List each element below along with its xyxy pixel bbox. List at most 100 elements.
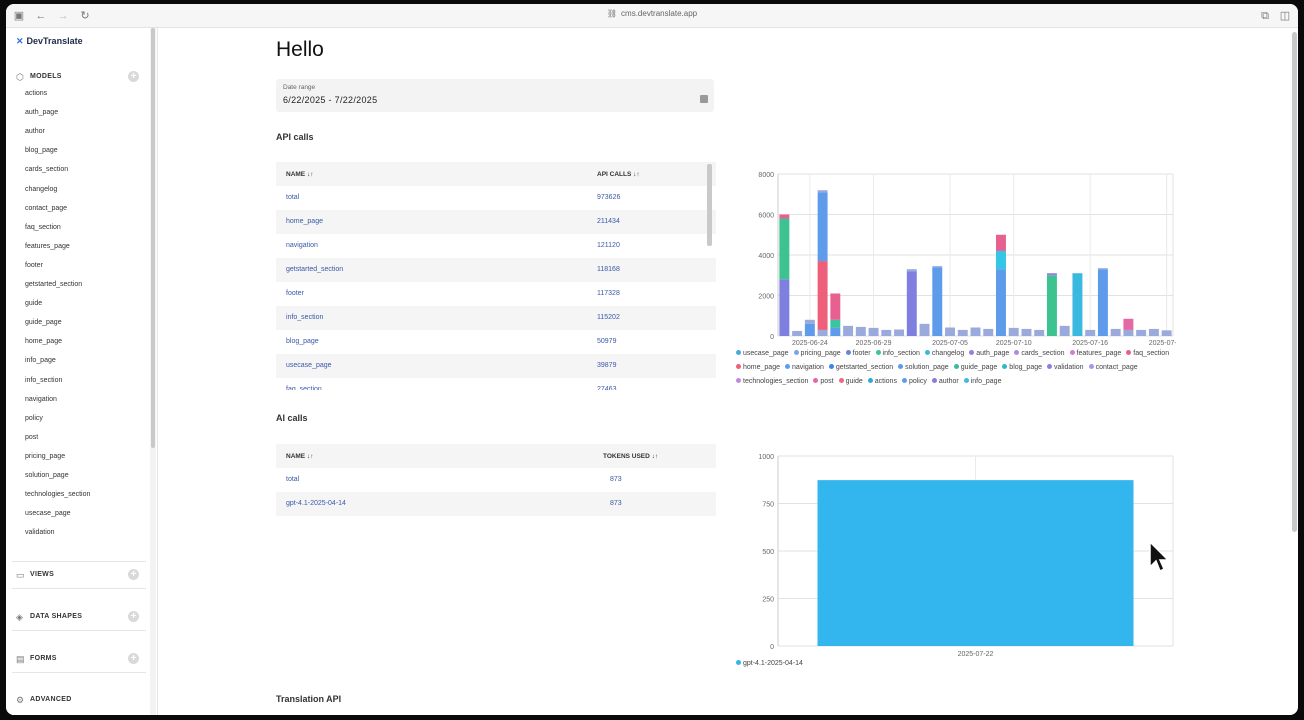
cell-name[interactable]: home_page [286,218,323,225]
column-header-name[interactable]: NAME ↓↑ [286,171,313,178]
section-views[interactable]: ▭ VIEWS + [6,566,146,586]
legend-item[interactable]: info_page [963,375,1001,389]
legend-item[interactable]: blog_page [1002,361,1042,375]
legend-item[interactable]: pricing_page [793,347,841,361]
section-data-shapes[interactable]: ◈ DATA SHAPES + [6,608,146,628]
legend-item[interactable]: policy [901,375,927,389]
cell-value: 973626 [597,194,621,201]
sidebar-item-post[interactable]: post [25,434,38,441]
date-range-picker[interactable]: Date range 6/22/2025 - 7/22/2025 [276,79,714,112]
sidebar-item-home-page[interactable]: home_page [25,338,62,345]
table-row[interactable]: gpt-4.1-2025-04-14 873 [276,492,716,516]
column-header-tokens-used[interactable]: TOKENS USED ↓↑ [603,453,658,460]
legend-item[interactable]: auth_page [969,347,1009,361]
page-scroll-thumb[interactable] [1292,32,1297,532]
sidebar-item-contact-page[interactable]: contact_page [25,205,67,212]
table-row[interactable]: info_section 115202 [276,306,716,330]
sidebar-scroll-thumb[interactable] [151,28,155,448]
date-range-value[interactable]: 6/22/2025 - 7/22/2025 [283,95,377,105]
cell-name[interactable]: navigation [286,242,318,249]
cell-name[interactable]: blog_page [286,338,319,345]
split-view-icon[interactable]: ◫ [1278,9,1292,23]
sidebar-item-auth-page[interactable]: auth_page [25,109,58,116]
sidebar-item-blog-page[interactable]: blog_page [25,147,58,154]
cell-name[interactable]: getstarted_section [286,266,343,273]
sidebar-item-navigation[interactable]: navigation [25,396,57,403]
cell-name[interactable]: info_section [286,314,323,321]
share-icon[interactable]: ⧉ [1258,9,1272,23]
sidebar-item-info-section[interactable]: info_section [25,377,62,384]
legend-item[interactable]: usecase_page [736,347,789,361]
cell-name[interactable]: footer [286,290,304,297]
table-row[interactable]: total 873 [276,468,716,492]
legend-item[interactable]: solution_page [898,361,949,375]
table-row[interactable]: home_page 211434 [276,210,716,234]
cell-name[interactable]: total [286,476,299,483]
legend-item[interactable]: features_page [1069,347,1121,361]
sidebar-item-changelog[interactable]: changelog [25,186,57,193]
column-header-api-calls[interactable]: API CALLS ↓↑ [597,171,640,178]
legend-item[interactable]: gpt-4.1-2025-04-14 [736,657,803,671]
cell-name[interactable]: usecase_page [286,362,332,369]
add-data-shape-button[interactable]: + [128,611,139,622]
bar-segment [1123,318,1134,330]
bar-segment [1046,273,1057,276]
legend-item[interactable]: author [931,375,959,389]
sidebar-item-guide[interactable]: guide [25,300,42,307]
table-row[interactable]: navigation 121120 [276,234,716,258]
sidebar-item-info-page[interactable]: info_page [25,357,56,364]
sidebar-item-faq-section[interactable]: faq_section [25,224,61,231]
add-view-button[interactable]: + [128,569,139,580]
legend-item[interactable]: post [813,375,834,389]
legend-item[interactable]: contact_page [1088,361,1138,375]
sidebar-item-usecase-page[interactable]: usecase_page [25,510,71,517]
table-row[interactable]: total 973626 [276,186,716,210]
sidebar-item-pricing-page[interactable]: pricing_page [25,453,65,460]
cell-name[interactable]: gpt-4.1-2025-04-14 [286,500,346,507]
table-scroll-thumb[interactable] [707,164,712,246]
sidebar-item-actions[interactable]: actions [25,90,47,97]
legend-item[interactable]: faq_section [1126,347,1169,361]
sidebar-item-cards-section[interactable]: cards_section [25,166,68,173]
column-header-name[interactable]: NAME ↓↑ [286,453,313,460]
legend-item[interactable]: validation [1047,361,1084,375]
section-forms[interactable]: ▤ FORMS + [6,650,146,670]
calendar-icon[interactable] [700,95,708,103]
legend-item[interactable]: changelog [924,347,964,361]
sidebar-item-guide-page[interactable]: guide_page [25,319,62,326]
cell-name[interactable]: total [286,194,299,201]
section-models[interactable]: ⬡ MODELS + [6,68,146,88]
sidebar-item-footer[interactable]: footer [25,262,43,269]
cell-name[interactable]: faq_section [286,386,322,390]
add-model-button[interactable]: + [128,71,139,82]
legend-item[interactable]: guide_page [953,361,997,375]
address-bar[interactable]: ⛓ cms.devtranslate.app [6,9,1298,18]
legend-item[interactable]: guide [838,375,863,389]
sidebar-item-features-page[interactable]: features_page [25,243,70,250]
sidebar-item-policy[interactable]: policy [25,415,43,422]
legend-item[interactable]: actions [867,375,897,389]
table-row[interactable]: footer 117328 [276,282,716,306]
sidebar-item-technologies-section[interactable]: technologies_section [25,491,90,498]
brand-logo[interactable]: ✕ DevTranslate [16,36,83,47]
table-row[interactable]: getstarted_section 118168 [276,258,716,282]
table-row[interactable]: faq_section 27463 [276,378,716,390]
sidebar-item-author[interactable]: author [25,128,45,135]
legend-item[interactable]: cards_section [1014,347,1065,361]
bar-segment [996,269,1006,336]
table-row[interactable]: usecase_page 39879 [276,354,716,378]
sidebar-item-solution-page[interactable]: solution_page [25,472,69,479]
table-row[interactable]: blog_page 50979 [276,330,716,354]
sidebar-item-getstarted-section[interactable]: getstarted_section [25,281,82,288]
legend-item[interactable]: navigation [784,361,824,375]
browser-toolbar: ▣ ← → ↻ ⛓ cms.devtranslate.app ⧉ ◫ [6,4,1298,28]
section-advanced[interactable]: ⚙ ADVANCED [6,691,146,711]
legend-item[interactable]: home_page [736,361,780,375]
legend-item[interactable]: footer [845,347,871,361]
add-form-button[interactable]: + [128,653,139,664]
sidebar-item-validation[interactable]: validation [25,529,55,536]
legend-item[interactable]: technologies_section [736,375,808,389]
legend-item[interactable]: info_section [875,347,920,361]
legend-item[interactable]: getstarted_section [828,361,893,375]
bar-segment [843,325,854,336]
